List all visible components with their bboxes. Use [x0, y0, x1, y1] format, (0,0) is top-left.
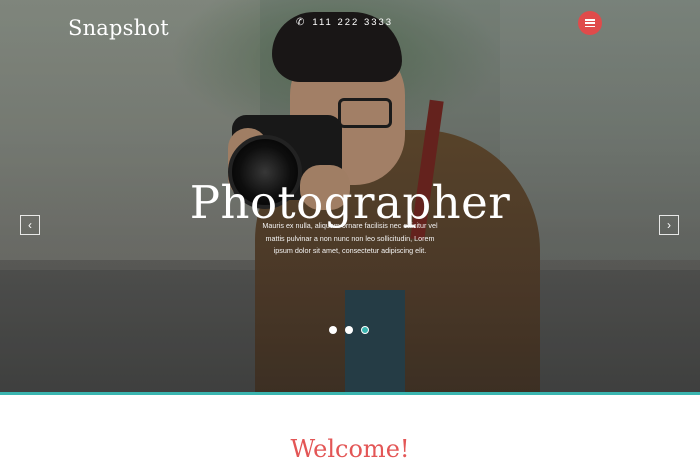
- slider-prev-button[interactable]: ‹: [20, 215, 40, 235]
- phone-icon: ✆: [296, 17, 307, 28]
- chevron-left-icon: ‹: [28, 218, 32, 232]
- slider-dot-1[interactable]: [329, 326, 337, 334]
- slider-pagination: [329, 326, 369, 334]
- hero-headline: Photographer: [189, 176, 511, 229]
- menu-button[interactable]: [578, 11, 602, 35]
- slider-dot-2[interactable]: [345, 326, 353, 334]
- slider-next-button[interactable]: ›: [659, 215, 679, 235]
- phone-number: 111 222 3333: [312, 17, 394, 28]
- hero-bottom-divider: [0, 392, 700, 395]
- chevron-right-icon: ›: [667, 218, 671, 232]
- slider-dot-3[interactable]: [361, 326, 369, 334]
- header-phone[interactable]: ✆ 111 222 3333: [296, 17, 393, 28]
- hamburger-icon: [585, 19, 595, 27]
- site-logo[interactable]: Snapshot: [68, 16, 169, 40]
- welcome-title: Welcome!: [290, 435, 410, 463]
- hero-description: Mauris ex nulla, aliquam ornare facilisi…: [262, 221, 438, 256]
- hero-slider: Snapshot ✆ 111 222 3333 Photographer Mau…: [0, 0, 700, 394]
